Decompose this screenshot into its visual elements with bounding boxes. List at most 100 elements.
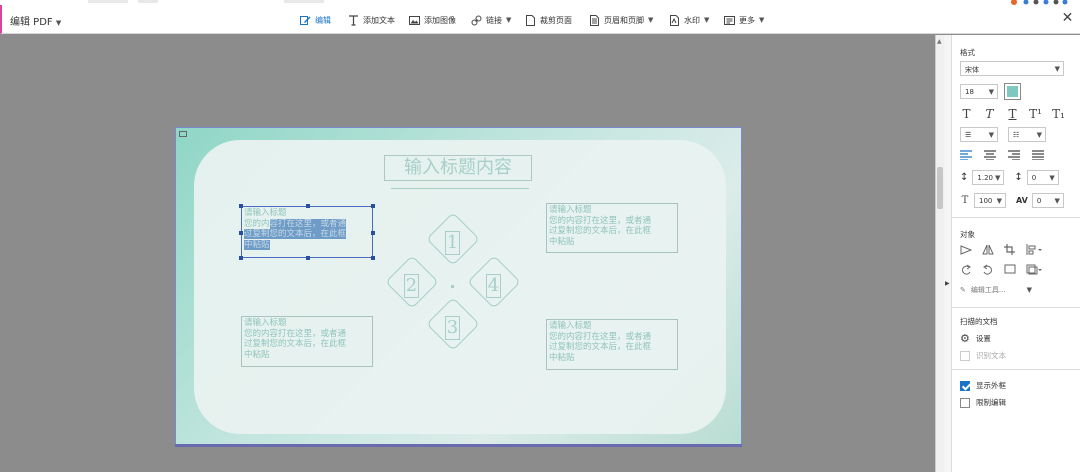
char-spacing-select[interactable]: 0 ▼	[1031, 193, 1064, 208]
superscript-icon[interactable]: T¹	[1029, 107, 1042, 121]
text-box-line: 过复制您的文本后，在此框	[244, 339, 347, 349]
edit-button[interactable]: 编辑	[300, 11, 331, 29]
crop-page-label: 裁剪页面	[540, 15, 572, 25]
diamond-number[interactable]: 2	[404, 274, 419, 298]
align-left-icon[interactable]	[960, 150, 972, 160]
chevron-down-icon: ▼	[1054, 65, 1060, 73]
font-family-value: 宋体	[965, 66, 979, 74]
crop-page-icon	[526, 14, 535, 26]
resize-handle[interactable]	[306, 256, 310, 260]
link-icon	[471, 15, 482, 25]
flip-horizontal-icon[interactable]	[982, 244, 994, 255]
more-label: 更多	[739, 15, 755, 25]
add-text-button[interactable]: 添加文本	[348, 11, 395, 29]
chevron-down-icon: ▼	[988, 131, 994, 139]
align-center-icon[interactable]	[984, 150, 996, 160]
edit-label: 编辑	[315, 15, 331, 25]
edit-tool-button[interactable]: ✎ 编辑工具... ▼	[960, 285, 1032, 295]
numbered-list-icon: ☷	[1013, 131, 1020, 139]
text-color-picker[interactable]	[1004, 83, 1021, 100]
chevron-down-icon: ▼	[1036, 131, 1042, 139]
arrange-icon[interactable]	[1026, 244, 1042, 255]
vertical-scrollbar[interactable]: ▲	[935, 35, 944, 472]
header-footer-icon	[590, 14, 599, 26]
font-family-select[interactable]: 宋体 ▼	[960, 61, 1064, 76]
restrict-edit-option[interactable]: 限制编辑	[960, 397, 1006, 408]
show-bbox-option[interactable]: 显示外框	[960, 380, 1006, 391]
text-box-line: 中粘贴	[549, 236, 575, 247]
scanned-doc-heading: 扫描的文档	[960, 317, 998, 326]
align-right-icon[interactable]	[1008, 150, 1020, 160]
settings-button[interactable]: ⚙ 设置	[960, 332, 991, 345]
slide-title[interactable]: 输入标题内容	[384, 155, 532, 181]
text-box[interactable]: 请输入标题 您的内容打在这里，或者通 过复制您的文本后，在此框 中粘贴	[241, 316, 373, 367]
show-bbox-checkbox[interactable]	[960, 380, 970, 391]
title-underline	[391, 188, 529, 189]
text-box-line: 过复制您的文本后，在此框	[549, 226, 652, 236]
line-spacing-select[interactable]: 1.20 ▼	[972, 170, 1005, 185]
text-box-heading: 请输入标题	[244, 318, 287, 328]
paragraph-spacing-select[interactable]: 0 ▼	[1026, 170, 1059, 185]
font-size-select[interactable]: 18 ▼	[960, 84, 998, 99]
restrict-edit-checkbox[interactable]	[960, 397, 970, 408]
subscript-icon[interactable]: T₁	[1052, 107, 1065, 121]
group-icon[interactable]	[1026, 264, 1042, 275]
link-button[interactable]: 链接 ▼	[471, 11, 511, 29]
text-box-heading: 请输入标题	[549, 321, 592, 331]
horizontal-scale-icon: T	[961, 195, 969, 206]
recognize-text-option[interactable]: 识别文本	[960, 350, 1006, 361]
justify-icon[interactable]	[1032, 150, 1044, 160]
scrollbar-thumb[interactable]	[937, 167, 943, 209]
chevron-down-icon: ▼	[1049, 174, 1055, 182]
link-label: 链接	[486, 15, 502, 25]
header-footer-button[interactable]: 页眉和页脚 ▼	[589, 11, 653, 29]
underline-icon[interactable]: T	[1006, 107, 1019, 121]
edit-icon	[300, 15, 311, 25]
diamond-number[interactable]: 4	[486, 274, 501, 298]
settings-label: 设置	[975, 334, 991, 343]
crop-icon[interactable]	[1004, 244, 1016, 255]
text-style-icon[interactable]: T	[960, 107, 973, 121]
char-spacing-icon: AV	[1016, 196, 1028, 205]
horizontal-scale-select[interactable]: 100 ▼	[974, 193, 1006, 208]
resize-handle[interactable]	[239, 231, 243, 235]
more-icon	[724, 15, 735, 25]
pdf-page[interactable]: 输入标题内容 请输入标题 您的内容打在这里，或者通 过复制您的文本后，在此框 中…	[175, 127, 742, 445]
text-box[interactable]: 请输入标题 您的内容打在这里，或者通 过复制您的文本后，在此框 中粘贴	[546, 319, 678, 370]
text-box[interactable]: 请输入标题 您的内容打在这里，或者通 过复制您的文本后，在此框 中粘贴	[546, 203, 678, 253]
center-dot	[451, 285, 454, 288]
replace-image-icon[interactable]	[1004, 264, 1016, 275]
watermark-button[interactable]: 水印 ▼	[669, 11, 709, 29]
text-box-heading: 请输入标题	[549, 205, 592, 215]
bullet-list-select[interactable]: ☰ ▼	[960, 127, 998, 142]
text-icon	[349, 14, 358, 26]
font-size-value: 18	[965, 88, 974, 96]
show-bbox-label: 显示外框	[976, 381, 1006, 390]
chevron-down-icon: ▼	[1026, 286, 1032, 294]
resize-handle[interactable]	[306, 204, 310, 208]
rotate-right-icon[interactable]	[982, 264, 994, 275]
resize-handle[interactable]	[371, 204, 375, 208]
resize-handle[interactable]	[239, 204, 243, 208]
recognize-text-checkbox[interactable]	[960, 350, 970, 361]
crop-page-button[interactable]: 裁剪页面	[525, 11, 572, 29]
diamond-number[interactable]: 3	[445, 316, 460, 340]
mode-menu[interactable]: 编辑 PDF ▼	[10, 13, 61, 28]
italic-icon[interactable]: T	[983, 107, 996, 121]
scroll-up-icon[interactable]: ▲	[937, 38, 942, 45]
selected-text: 中粘贴	[244, 239, 270, 250]
more-button[interactable]: 更多 ▼	[724, 11, 764, 29]
rotate-left-icon[interactable]	[960, 264, 972, 275]
resize-handle[interactable]	[371, 256, 375, 260]
close-icon[interactable]: ✕	[1061, 11, 1074, 25]
selected-text-box[interactable]: 请输入标题 您的内容打在这里，或者通 过复制您的文本后，在此框 中粘贴	[239, 204, 375, 260]
resize-handle[interactable]	[239, 256, 243, 260]
add-image-button[interactable]: 添加图像	[409, 11, 456, 29]
numbered-list-select[interactable]: ☷ ▼	[1008, 127, 1046, 142]
resize-handle[interactable]	[371, 231, 375, 235]
flip-triangle-icon[interactable]	[960, 244, 972, 255]
chevron-right-icon: ▶	[945, 280, 950, 287]
panel-collapse-handle[interactable]: ▶	[944, 35, 952, 472]
text-box-line: 您的内容打在这里，或者通	[549, 215, 652, 226]
diamond-number[interactable]: 1	[445, 231, 460, 255]
